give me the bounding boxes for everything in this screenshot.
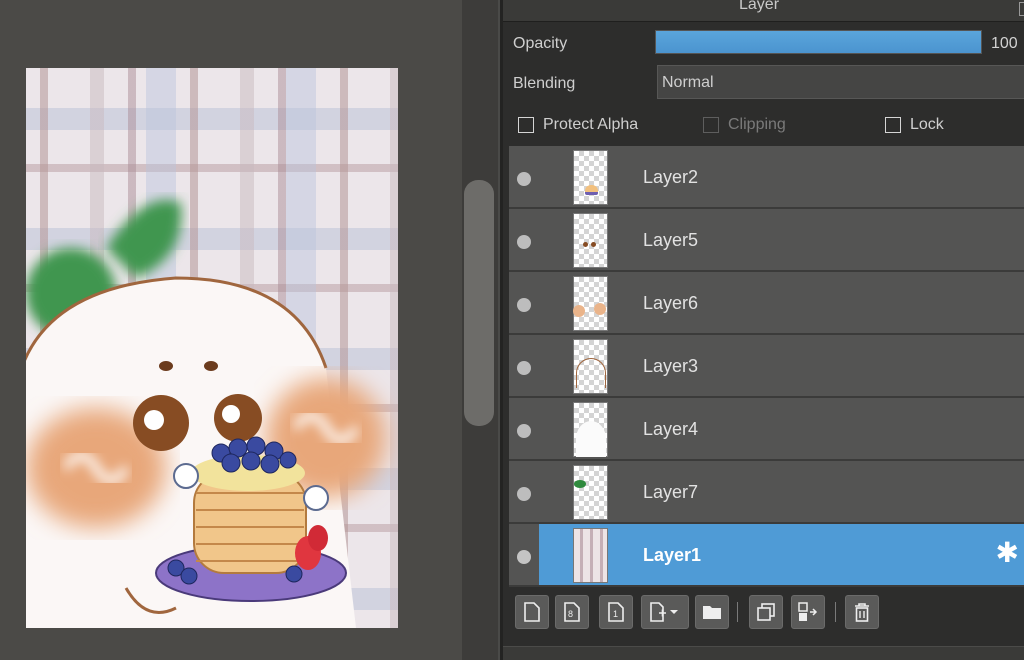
- blending-label: Blending: [513, 75, 576, 92]
- folder-icon: [703, 606, 721, 619]
- layer-row-layer1[interactable]: Layer1 ✱: [509, 524, 1024, 587]
- gear-icon[interactable]: ✱: [996, 539, 1019, 567]
- layer-row-layer7[interactable]: Layer7: [509, 461, 1024, 524]
- merge-down-icon: [798, 602, 818, 621]
- layer-row-layer3[interactable]: Layer3: [509, 335, 1024, 398]
- visibility-toggle-icon[interactable]: [517, 298, 531, 312]
- visibility-toggle-icon[interactable]: [517, 235, 531, 249]
- layer-list: Layer2 Layer5 Layer6 Layer3 Layer4 Layer…: [509, 146, 1024, 587]
- layer-thumbnail: [573, 339, 608, 394]
- layer-thumbnail: [573, 213, 608, 268]
- layer-thumbnail: [573, 465, 608, 520]
- opacity-label: Opacity: [513, 35, 568, 52]
- duplicate-layer-icon: [757, 603, 775, 621]
- svg-text:1: 1: [613, 609, 618, 619]
- layer-row-layer4[interactable]: Layer4: [509, 398, 1024, 461]
- checkbox-box[interactable]: [885, 117, 901, 133]
- checkbox-box[interactable]: [518, 117, 534, 133]
- protect-alpha-checkbox[interactable]: Protect Alpha: [518, 116, 638, 134]
- visibility-toggle-icon[interactable]: [517, 487, 531, 501]
- opacity-value: 100: [991, 35, 1018, 52]
- layer-toolbar: 8 1: [503, 590, 1024, 636]
- toolbar-separator: [737, 602, 738, 622]
- blending-select[interactable]: Normal: [657, 65, 1024, 99]
- new-1bit-layer-button[interactable]: 1: [599, 595, 633, 629]
- panel-header: Layer: [503, 0, 1024, 22]
- layer-name: Layer4: [643, 419, 699, 439]
- layer-name: Layer1: [643, 545, 702, 565]
- checkbox-box[interactable]: [703, 117, 719, 133]
- add-layer-menu-button[interactable]: [641, 595, 689, 629]
- delete-layer-button[interactable]: [845, 595, 879, 629]
- artwork: [26, 200, 386, 628]
- layer-thumbnail: [573, 276, 608, 331]
- panel-bottom-bar: [503, 646, 1024, 660]
- protect-alpha-label: Protect Alpha: [543, 116, 639, 133]
- new-layer-8bit-icon: 8: [564, 602, 580, 622]
- layer-panel: Layer Opacity 100 Blending Normal Protec…: [500, 0, 1024, 660]
- layer-name: Layer6: [643, 293, 699, 313]
- layer-row-layer2[interactable]: Layer2: [509, 146, 1024, 209]
- drawing-canvas[interactable]: [26, 68, 398, 628]
- new-layer-1bit-icon: 1: [608, 602, 624, 622]
- opacity-slider[interactable]: [655, 30, 982, 54]
- layer-thumbnail: [573, 528, 608, 583]
- visibility-toggle-icon[interactable]: [517, 172, 531, 186]
- layer-name: Layer7: [643, 482, 699, 502]
- panel-title: Layer: [739, 0, 780, 13]
- layer-thumbnail: [573, 402, 608, 457]
- layer-name: Layer3: [643, 356, 699, 376]
- delete-layer-icon: [855, 603, 869, 622]
- lock-label: Lock: [910, 116, 944, 133]
- layer-row-layer6[interactable]: Layer6: [509, 272, 1024, 335]
- layer-thumbnail: [573, 150, 608, 205]
- merge-down-button[interactable]: [791, 595, 825, 629]
- opacity-slider-fill: [656, 31, 981, 53]
- svg-text:8: 8: [568, 609, 573, 619]
- new-layer-button[interactable]: [515, 595, 549, 629]
- new-8bit-layer-button[interactable]: 8: [555, 595, 589, 629]
- new-folder-button[interactable]: [695, 595, 729, 629]
- canvas-scrollbar-thumb[interactable]: [464, 180, 494, 426]
- clipping-checkbox[interactable]: Clipping: [703, 116, 786, 134]
- layer-name: Layer5: [643, 230, 699, 250]
- panel-dock-icon[interactable]: [1019, 2, 1024, 16]
- canvas-workspace[interactable]: [0, 0, 462, 660]
- layer-name: Layer2: [643, 167, 699, 187]
- new-layer-icon: [524, 602, 540, 622]
- lock-checkbox[interactable]: Lock: [885, 116, 944, 134]
- duplicate-layer-button[interactable]: [749, 595, 783, 629]
- toolbar-separator: [835, 602, 836, 622]
- clipping-label: Clipping: [728, 116, 786, 133]
- visibility-toggle-icon[interactable]: [517, 361, 531, 375]
- layer-row-layer5[interactable]: Layer5: [509, 209, 1024, 272]
- visibility-toggle-icon[interactable]: [517, 550, 531, 564]
- add-layer-menu-icon: [650, 602, 678, 622]
- visibility-toggle-icon[interactable]: [517, 424, 531, 438]
